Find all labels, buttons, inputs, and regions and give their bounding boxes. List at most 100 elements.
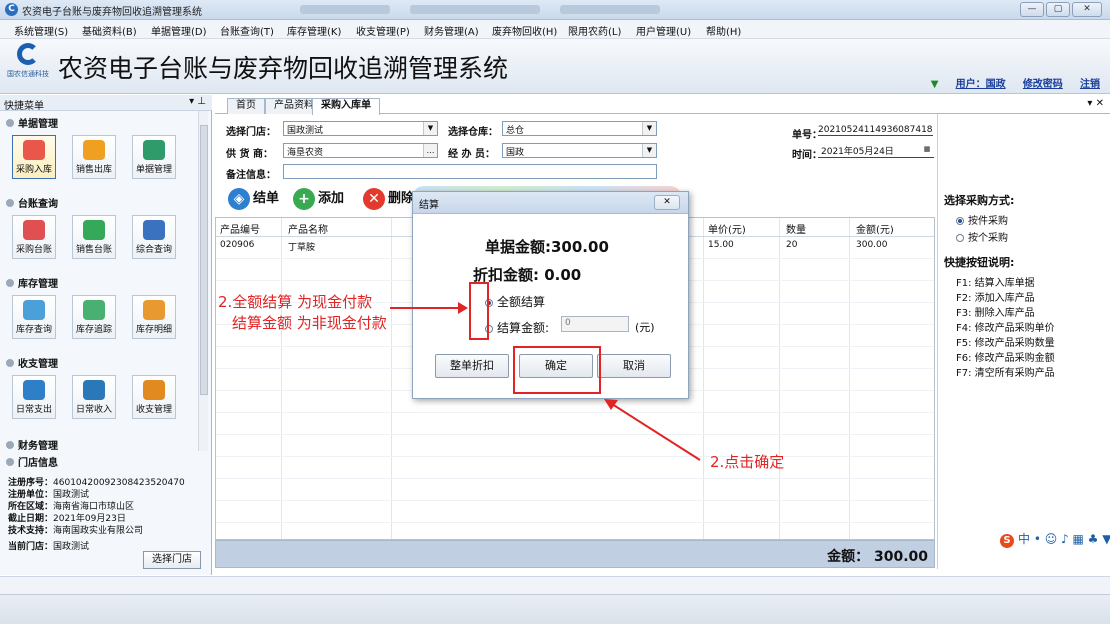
remark-input[interactable] xyxy=(283,164,657,179)
menu-finance[interactable]: 财务管理(A) xyxy=(424,23,479,38)
cancel-button[interactable]: 取消 xyxy=(597,354,671,378)
tile-sales-out[interactable]: 销售出库 xyxy=(72,135,116,179)
cell-price[interactable]: 15.00 xyxy=(708,240,734,250)
logout-link[interactable]: 注销 xyxy=(1080,79,1100,90)
group-icon xyxy=(6,458,14,466)
window-title: 农资电子台账与废弃物回收追溯管理系统 xyxy=(22,7,202,18)
cell-amount[interactable]: 300.00 xyxy=(856,240,888,250)
support-label: 技术支持： xyxy=(8,526,54,536)
tile-income-expense-management[interactable]: 收支管理 xyxy=(132,375,176,419)
col-header-amount[interactable]: 金额(元) xyxy=(856,221,894,236)
annotation-radio-highlight xyxy=(469,282,489,340)
tab-home[interactable]: 首页 xyxy=(227,98,265,114)
group-finance[interactable]: 财务管理 xyxy=(6,437,58,452)
menu-income-expense[interactable]: 收支管理(P) xyxy=(356,23,410,38)
window-titlebar: C 农资电子台账与废弃物回收追溯管理系统 — ▢ ✕ xyxy=(0,0,1110,20)
tile-daily-income[interactable]: 日常收入 xyxy=(72,375,116,419)
sogou-ime-icon[interactable]: S xyxy=(1000,534,1014,548)
menu-documents[interactable]: 单据管理(D) xyxy=(151,23,207,38)
minimize-button[interactable]: — xyxy=(1020,2,1044,17)
order-no: 20210524114936087418 xyxy=(818,125,933,136)
menu-waste-recycling[interactable]: 废弃物回收(H) xyxy=(492,23,557,38)
supplier-value: 海垦农资 xyxy=(287,148,324,158)
tile-inventory-query[interactable]: 库存查询 xyxy=(12,295,56,339)
tile-purchase-in[interactable]: 采购入库 xyxy=(12,135,56,179)
grid-col xyxy=(216,218,282,539)
tile-sales-ledger[interactable]: 销售台账 xyxy=(72,215,116,259)
ime-tray-icons[interactable]: 中 • ☺ ♪ ▦ ♣ ▼ ▦ xyxy=(1018,532,1110,546)
shortcut-menu-title: 快捷菜单 xyxy=(4,101,44,112)
radio-by-piece[interactable]: 按件采购 xyxy=(956,212,1008,227)
chevron-down-icon[interactable]: ▼ xyxy=(423,122,437,135)
ime-toolbar[interactable]: S 中 • ☺ ♪ ▦ ♣ ▼ ▦ xyxy=(1000,530,1110,548)
chevron-down-icon[interactable]: ▼ xyxy=(642,144,656,157)
group-store-info[interactable]: 门店信息 xyxy=(6,454,58,469)
cell-name[interactable]: 丁草胺 xyxy=(288,240,315,253)
handler-select[interactable]: 国政 ▼ xyxy=(502,143,657,158)
warehouse-select[interactable]: 总仓 ▼ xyxy=(502,121,657,136)
add-button[interactable]: + 添加 xyxy=(293,187,344,213)
menu-basic-data[interactable]: 基础资料(B) xyxy=(82,23,137,38)
maximize-button[interactable]: ▢ xyxy=(1046,2,1070,17)
cell-code[interactable]: 020906 xyxy=(220,240,254,250)
whole-discount-button[interactable]: 整单折扣 xyxy=(435,354,509,378)
menu-ledger-query[interactable]: 台账查询(T) xyxy=(220,23,274,38)
menu-inventory[interactable]: 库存管理(K) xyxy=(287,23,341,38)
tab-purchase-order[interactable]: 采购入库单 xyxy=(312,98,380,115)
tile-document-management[interactable]: 单据管理 xyxy=(132,135,176,179)
scrollbar-thumb[interactable] xyxy=(200,125,208,395)
radio-full-settlement[interactable]: 全额结算 xyxy=(485,293,545,310)
left-panel-scrollbar[interactable] xyxy=(198,111,208,451)
col-header-code[interactable]: 产品编号 xyxy=(220,221,260,236)
change-password-link[interactable]: 修改密码 xyxy=(1023,79,1063,90)
settle-button[interactable]: ◈ 结单 xyxy=(228,187,279,213)
ellipsis-icon[interactable]: … xyxy=(423,144,437,157)
user-link[interactable]: 用户：国政 xyxy=(956,79,1006,90)
chevron-down-icon[interactable]: ▼ xyxy=(642,122,656,135)
col-header-name[interactable]: 产品名称 xyxy=(288,221,328,236)
total-amount: 金额： 300.00 xyxy=(827,546,928,566)
menu-user-management[interactable]: 用户管理(U) xyxy=(636,23,691,38)
tab-controls[interactable]: ▾ ✕ xyxy=(1087,98,1104,109)
col-header-price[interactable]: 单价(元) xyxy=(708,221,746,236)
radio-partial-settlement[interactable]: 结算金额: xyxy=(485,319,549,336)
group-income-expense[interactable]: 收支管理 xyxy=(6,355,58,370)
total-bar: 金额： 300.00 xyxy=(215,540,935,568)
supplier-field[interactable]: 海垦农资 … xyxy=(283,143,438,158)
tile-comprehensive-query[interactable]: 综合查询 xyxy=(132,215,176,259)
menu-system[interactable]: 系统管理(S) xyxy=(14,23,68,38)
col-header-qty[interactable]: 数量 xyxy=(786,221,806,236)
header-banner: 国农信通科技 农资电子台账与废弃物回收追溯管理系统 ▼ 用户：国政 修改密码 注… xyxy=(0,39,1110,94)
group-inventory[interactable]: 库存管理 xyxy=(6,275,58,290)
store-select[interactable]: 国政测试 ▼ xyxy=(283,121,438,136)
blurred-tab xyxy=(560,5,660,14)
menu-restricted-pesticide[interactable]: 限用农药(L) xyxy=(568,23,621,38)
calendar-icon[interactable]: ▦ xyxy=(920,143,934,156)
grid-row-line xyxy=(216,456,934,457)
handler-value: 国政 xyxy=(506,148,525,158)
cell-qty[interactable]: 20 xyxy=(786,240,797,250)
menu-help[interactable]: 帮助(H) xyxy=(706,23,741,38)
pin-icon[interactable]: ▾ ⊥ xyxy=(189,96,206,107)
annotation-click-ok: 2.点击确定 xyxy=(710,453,785,471)
tile-inventory-detail[interactable]: 库存明细 xyxy=(132,295,176,339)
group-documents[interactable]: 单据管理 xyxy=(6,115,58,130)
tile-purchase-ledger[interactable]: 采购台账 xyxy=(12,215,56,259)
group-ledger-query[interactable]: 台账查询 xyxy=(6,195,58,210)
radio-by-unit[interactable]: 按个采购 xyxy=(956,229,1008,244)
dialog-titlebar: 结算 ✕ xyxy=(413,192,688,214)
close-icon[interactable]: ✕ xyxy=(654,195,680,210)
expiry-label: 截止日期： xyxy=(8,514,54,524)
reg-no-label: 注册序号： xyxy=(8,478,54,488)
user-links: ▼ 用户：国政 修改密码 注销 xyxy=(931,75,1100,90)
blurred-tab xyxy=(410,5,540,14)
settlement-amount-input[interactable]: 0 xyxy=(561,316,629,332)
close-window-button[interactable]: ✕ xyxy=(1072,2,1102,17)
delete-button[interactable]: ✕ 删除 xyxy=(363,187,414,213)
select-store-button[interactable]: 选择门店 xyxy=(143,551,201,569)
date-picker[interactable]: 2021年05月24日 ▦ xyxy=(818,143,934,158)
annotation-note-line1: 2.全额结算 为现金付款 xyxy=(218,293,373,311)
tile-daily-expense[interactable]: 日常支出 xyxy=(12,375,56,419)
tile-inventory-tracking[interactable]: 库存追踪 xyxy=(72,295,116,339)
user-icon: ▼ xyxy=(930,79,939,90)
